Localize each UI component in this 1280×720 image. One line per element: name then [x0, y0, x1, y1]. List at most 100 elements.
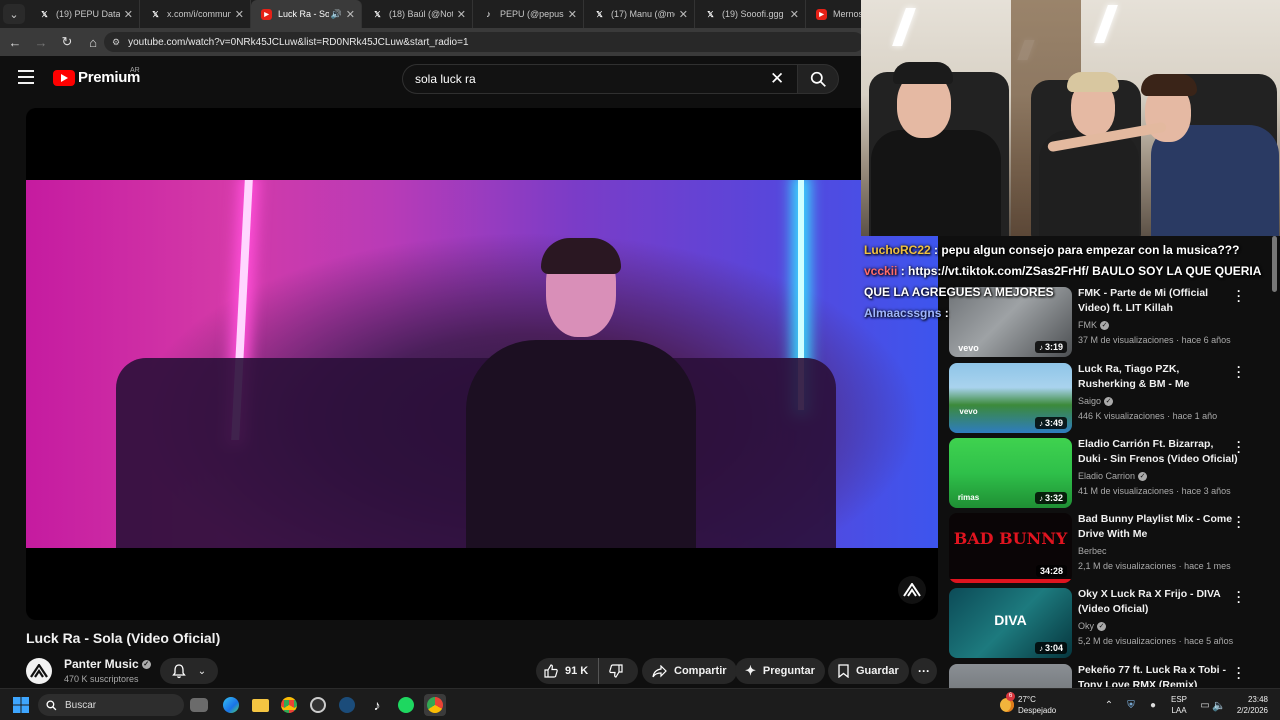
browser-tab[interactable]: 𝕏 (19) PEPU Data (@ ✕	[29, 0, 140, 28]
video-player[interactable]	[26, 108, 938, 620]
music-note-icon: ♪	[1038, 494, 1043, 503]
x-icon: 𝕏	[596, 9, 603, 19]
chat-username: Almaacssgns	[864, 306, 942, 320]
rec-title[interactable]: Oky X Luck Ra X Frijo - DIVA (Video Ofic…	[1078, 587, 1238, 617]
youtube-premium-logo[interactable]: Premium	[53, 69, 140, 86]
video-thumbnail[interactable]: rimas ♪ 3:32	[949, 438, 1072, 508]
reload-icon[interactable]: ↻	[55, 30, 79, 54]
tab-close-icon[interactable]: ✕	[124, 8, 133, 21]
more-vert-icon[interactable]: · · ·	[1234, 361, 1244, 383]
more-actions-icon[interactable]: ···	[911, 658, 937, 684]
browser-tab[interactable]: 𝕏 (17) Manu (@me ✕	[584, 0, 695, 28]
browser-tab[interactable]: ♪ PEPU (@pepuson ✕	[473, 0, 584, 28]
tab-close-icon[interactable]: ✕	[346, 8, 355, 21]
ceiling-light	[892, 8, 916, 46]
rec-channel[interactable]: Berbec	[1078, 546, 1107, 556]
weather-desc: Despejado	[1018, 706, 1057, 715]
streamer-cap	[893, 62, 953, 84]
thumb-label: vevo	[959, 407, 978, 416]
video-thumbnail[interactable]: DIVA ♪ 3:04	[949, 588, 1072, 658]
more-vert-icon[interactable]: · · ·	[1234, 586, 1244, 608]
chevron-up-icon[interactable]: ⌃	[1098, 694, 1120, 716]
folder-icon[interactable]	[249, 694, 271, 716]
more-vert-icon[interactable]: · · ·	[1234, 664, 1244, 684]
rec-title[interactable]: Bad Bunny Playlist Mix - Come Drive With…	[1078, 512, 1238, 542]
search-input[interactable]: sola luck ra	[402, 64, 798, 94]
clear-search-icon[interactable]: ✕	[770, 69, 784, 89]
video-duration: ♪ 3:49	[1034, 417, 1067, 429]
back-arrow-icon[interactable]: ←	[3, 30, 27, 54]
home-icon[interactable]: ⌂	[81, 30, 105, 54]
speaker-icon[interactable]: 🔊	[331, 9, 342, 20]
rec-meta: 5,2 M de visualizaciones · hace 5 años	[1078, 636, 1234, 646]
app-icon[interactable]	[307, 694, 329, 716]
rec-channel[interactable]: Oky ✓	[1078, 621, 1107, 632]
task-view-icon[interactable]	[190, 698, 208, 712]
like-button[interactable]: 91 K	[536, 658, 600, 684]
thumb-label: rimas	[957, 493, 980, 502]
forward-arrow-icon[interactable]: →	[29, 30, 53, 54]
video-thumbnail[interactable]: BAD BUNNY 34:28	[949, 513, 1072, 583]
lang-layout: LAA	[1171, 706, 1187, 715]
browser-tab[interactable]: 𝕏 (18) Baúl (@NotB ✕	[362, 0, 473, 28]
menu-icon[interactable]	[18, 70, 34, 84]
save-button[interactable]: Guardar	[828, 658, 909, 684]
channel-watermark-icon[interactable]	[898, 576, 926, 604]
tiktok-icon: ♪	[486, 9, 491, 19]
tab-label: Luck Ra - Sola	[278, 9, 329, 19]
steam-icon[interactable]	[336, 694, 358, 716]
rec-title[interactable]: Luck Ra, Tiago PZK, Rusherking & BM - Me…	[1078, 362, 1238, 392]
dislike-button[interactable]	[599, 658, 633, 684]
video-thumbnail[interactable]	[949, 664, 1072, 688]
spotify-icon[interactable]	[395, 694, 417, 716]
tab-close-icon[interactable]: ✕	[568, 8, 577, 21]
taskbar-search[interactable]: Buscar	[38, 694, 184, 716]
windows-start-icon[interactable]	[10, 694, 32, 716]
search-button[interactable]	[797, 64, 839, 94]
more-vert-icon[interactable]: · · ·	[1234, 436, 1244, 458]
more-vert-icon[interactable]: · · ·	[1234, 511, 1244, 533]
tab-close-icon[interactable]: ✕	[457, 8, 466, 21]
tab-close-icon[interactable]: ✕	[679, 8, 688, 21]
verified-icon: ✓	[1138, 472, 1148, 482]
chrome-icon[interactable]	[278, 694, 300, 716]
video-thumbnail[interactable]: vevo ♪ 3:49	[949, 363, 1072, 433]
video-duration: ♪ 3:19	[1034, 341, 1067, 353]
url-field[interactable]: ⚙ youtube.com/watch?v=0NRk45JCLuw&list=R…	[104, 32, 864, 52]
tab-search-icon[interactable]: ⌄	[3, 4, 25, 24]
site-info-icon[interactable]: ⚙	[112, 37, 120, 48]
browser-tab-active[interactable]: ▶ Luck Ra - Sola 🔊 ✕	[251, 0, 362, 28]
share-button[interactable]: Compartir	[642, 658, 737, 684]
ask-button[interactable]: ✦ Preguntar	[735, 658, 825, 684]
rec-title[interactable]: Pekeño 77 ft. Luck Ra x Tobi - Tony Love…	[1078, 664, 1238, 687]
browser-tab[interactable]: 𝕏 x.com/i/commun ✕	[140, 0, 251, 28]
channel-avatar[interactable]	[26, 658, 52, 684]
rec-channel[interactable]: Eladio Carrion ✓	[1078, 471, 1148, 482]
recommendation-item[interactable]: BAD BUNNY 34:28 Bad Bunny Playlist Mix -…	[949, 511, 1269, 583]
weather-text[interactable]: 27°C Despejado	[1018, 689, 1056, 720]
rec-channel[interactable]: Saigo ✓	[1078, 396, 1114, 407]
clock[interactable]: 23:48 2/2/2026	[1234, 689, 1268, 720]
rec-title[interactable]: Eladio Carrión Ft. Bizarrap, Duki - Sin …	[1078, 437, 1238, 467]
streamer-hair	[1141, 74, 1197, 96]
video-duration: 34:28	[1035, 565, 1067, 577]
notifications-button[interactable]: ⌄	[160, 658, 218, 684]
recommendation-item[interactable]: rimas ♪ 3:32 Eladio Carrión Ft. Bizarrap,…	[949, 436, 1269, 508]
microphone-icon[interactable]: ●	[1142, 694, 1164, 716]
recommendation-item[interactable]: Pekeño 77 ft. Luck Ra x Tobi - Tony Love…	[949, 664, 1269, 688]
browser-tab[interactable]: 𝕏 (19) Sooofi.ggg e ✕	[695, 0, 806, 28]
chrome-active-icon[interactable]	[424, 694, 446, 716]
volume-icon[interactable]: 🔈	[1208, 694, 1230, 716]
like-dislike-group: 91 K	[536, 658, 638, 684]
music-note-icon: ♪	[1038, 419, 1043, 428]
shield-icon[interactable]: ⛨	[1120, 694, 1142, 716]
tab-close-icon[interactable]: ✕	[790, 8, 799, 21]
channel-name-row[interactable]: Panter Music ✓	[64, 657, 151, 671]
tiktok-icon[interactable]: ♪	[366, 694, 388, 716]
recommendation-item[interactable]: vevo ♪ 3:49 Luck Ra, Tiago PZK, Rusherkin…	[949, 361, 1269, 433]
streamer-shirt	[871, 130, 1001, 236]
edge-icon[interactable]	[220, 694, 242, 716]
recommendation-item[interactable]: DIVA ♪ 3:04 Oky X Luck Ra X Frijo - DIVA …	[949, 586, 1269, 658]
tab-close-icon[interactable]: ✕	[235, 8, 244, 21]
language-indicator[interactable]: ESP LAA	[1171, 689, 1187, 720]
